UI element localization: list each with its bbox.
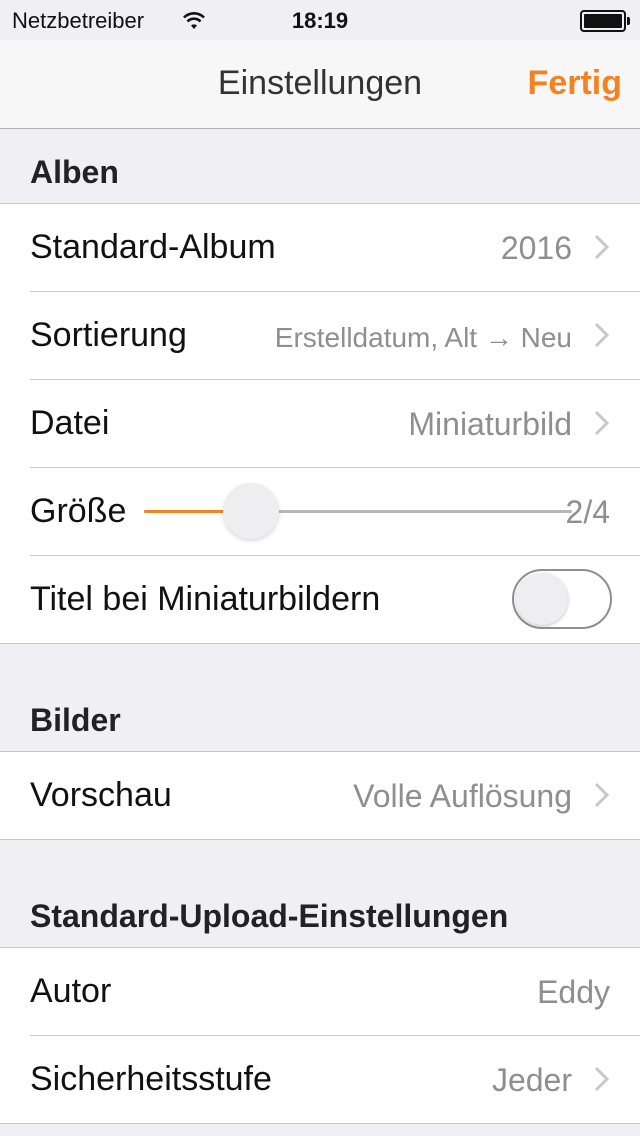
battery-icon <box>580 10 630 32</box>
sicherheitsstufe-row[interactable]: Sicherheitsstufe Jeder <box>30 1036 640 1123</box>
section-header-bilder: Bilder <box>30 702 121 738</box>
datei-label: Datei <box>30 404 110 442</box>
standard-album-value: 2016 <box>500 230 572 266</box>
alben-group: Standard-Album 2016 Sortierung Erstellda… <box>0 203 640 644</box>
autor-label: Autor <box>30 972 112 1010</box>
vorschau-row[interactable]: Vorschau Volle Auflösung <box>30 752 640 839</box>
sortierung-row[interactable]: Sortierung Erstelldatum, Alt → Neu <box>30 292 640 380</box>
bilder-group: Vorschau Volle Auflösung <box>0 751 640 840</box>
chevron-right-icon <box>594 782 610 808</box>
groesse-label: Größe <box>30 492 127 530</box>
sicherheitsstufe-label: Sicherheitsstufe <box>30 1060 272 1098</box>
clock: 18:19 <box>291 8 349 33</box>
sortierung-label: Sortierung <box>30 316 187 354</box>
chevron-right-icon <box>594 410 610 436</box>
upload-group: Autor Eddy Sicherheitsstufe Jeder <box>0 947 640 1124</box>
section-header-alben: Alben <box>30 154 119 190</box>
vorschau-label: Vorschau <box>30 776 172 814</box>
sortierung-value: Erstelldatum, Alt → Neu <box>274 322 572 353</box>
titel-toggle[interactable] <box>512 569 612 629</box>
autor-value: Eddy <box>537 974 610 1010</box>
toggle-knob <box>516 573 568 625</box>
chevron-right-icon <box>594 1066 610 1092</box>
section-header-upload: Standard-Upload-Einstellungen <box>30 898 509 934</box>
titel-row: Titel bei Miniaturbildern <box>30 556 640 643</box>
chevron-right-icon <box>594 322 610 348</box>
standard-album-row[interactable]: Standard-Album 2016 <box>30 204 640 292</box>
slider-thumb[interactable] <box>223 483 279 539</box>
sicherheitsstufe-value: Jeder <box>491 1062 572 1098</box>
titel-label: Titel bei Miniaturbildern <box>30 580 381 618</box>
done-button[interactable]: Fertig <box>528 64 622 103</box>
groesse-value: 2/4 <box>565 494 610 530</box>
autor-row[interactable]: Autor Eddy <box>30 948 640 1036</box>
datei-row[interactable]: Datei Miniaturbild <box>30 380 640 468</box>
datei-value: Miniaturbild <box>408 406 572 442</box>
status-bar: Netzbetreiber 18:19 <box>0 0 640 40</box>
navigation-bar: Einstellungen Fertig <box>0 40 640 129</box>
vorschau-value: Volle Auflösung <box>353 778 572 814</box>
chevron-right-icon <box>594 234 610 260</box>
groesse-row: Größe 2/4 <box>30 468 640 556</box>
standard-album-label: Standard-Album <box>30 228 276 266</box>
groesse-slider[interactable] <box>144 483 572 539</box>
